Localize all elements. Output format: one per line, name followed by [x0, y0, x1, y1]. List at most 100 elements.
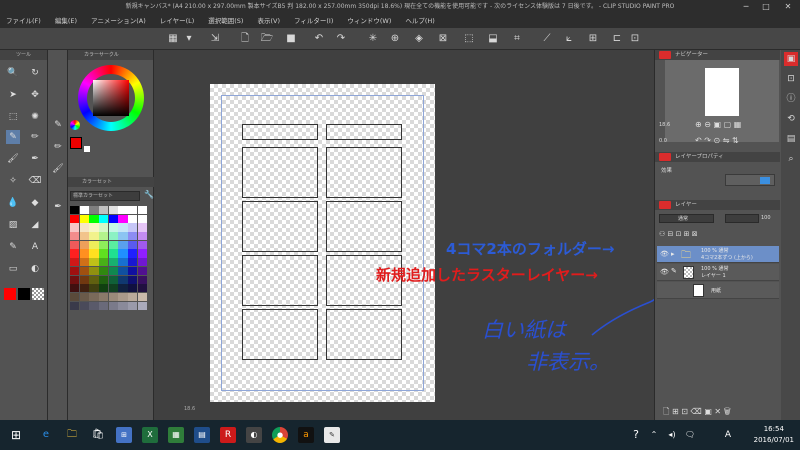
menu-animation[interactable]: アニメーション(A) [91, 14, 146, 28]
color-swatch[interactable] [108, 249, 118, 258]
windows-start-icon[interactable]: ⊞ [8, 427, 24, 443]
zoom-tool-icon[interactable]: 🔍 [6, 66, 20, 80]
color-swatch[interactable] [70, 206, 80, 215]
color-swatch[interactable] [79, 301, 89, 310]
color-swatch[interactable] [118, 292, 128, 302]
opacity-slider[interactable] [725, 214, 759, 223]
menu-edit[interactable]: 編集(E) [55, 14, 77, 28]
color-swatch[interactable] [70, 240, 80, 249]
color-swatch[interactable] [118, 284, 128, 293]
dropdown-icon[interactable]: ▾ [182, 32, 196, 46]
redo-icon[interactable]: ↷ [334, 32, 348, 46]
color-swatch[interactable] [89, 275, 99, 284]
volume-icon[interactable]: ◂) [664, 427, 680, 443]
clear-icon[interactable]: ✳ [366, 32, 380, 46]
color-swatch[interactable] [89, 249, 99, 258]
figure-tool-icon[interactable]: ◢ [28, 218, 42, 232]
network-icon[interactable]: ⌃ [646, 427, 662, 443]
color-swatch[interactable] [128, 301, 138, 310]
color-swatch[interactable] [128, 240, 138, 249]
main-color-chip[interactable] [70, 137, 82, 149]
undo-icon[interactable]: ↶ [312, 32, 326, 46]
color-swatch[interactable] [70, 249, 80, 258]
color-circle-mode-icon[interactable] [70, 120, 80, 130]
material-panel-button[interactable]: ▤ [784, 132, 798, 146]
color-swatch[interactable] [128, 249, 138, 258]
color-swatch[interactable] [79, 232, 89, 241]
navigator-panel-button[interactable]: ▣ [784, 52, 798, 66]
zoom-in-icon[interactable]: ⊕ ⊖ ▣ ▢ ▦ [695, 120, 741, 129]
color-swatch[interactable] [128, 232, 138, 241]
color-swatch[interactable] [137, 284, 147, 293]
pen-tool-icon[interactable]: ✎ [6, 130, 20, 144]
color-swatch[interactable] [137, 214, 147, 223]
auto-select-icon[interactable]: ✺ [28, 110, 42, 124]
color-swatch[interactable] [108, 258, 118, 267]
color-swatch[interactable] [128, 284, 138, 293]
correction-tool-icon[interactable]: ◐ [28, 262, 42, 276]
effect-buttons[interactable] [725, 174, 775, 186]
color-swatch[interactable] [79, 240, 89, 249]
grid-layout-icon[interactable]: ▦ [166, 32, 180, 46]
navigator-rotation-value[interactable]: 0.0 [659, 138, 667, 144]
color-swatch[interactable] [89, 292, 99, 302]
color-swatch[interactable] [89, 266, 99, 275]
color-swatch[interactable] [89, 258, 99, 267]
color-swatch[interactable] [99, 223, 109, 232]
color-swatch[interactable] [70, 258, 80, 267]
excel-icon[interactable]: X [142, 427, 158, 443]
color-swatch[interactable] [70, 232, 80, 241]
sub-tool-icon[interactable]: ✎ [51, 118, 65, 132]
menu-layer[interactable]: レイヤー(L) [160, 14, 195, 28]
color-swatch[interactable] [79, 275, 89, 284]
color-swatch[interactable] [89, 301, 99, 310]
color-swatch[interactable] [89, 284, 99, 293]
color-swatch[interactable] [128, 206, 138, 215]
color-swatch[interactable] [137, 292, 147, 302]
color-swatch[interactable] [99, 275, 109, 284]
color-swatch[interactable] [70, 284, 80, 293]
system-clock[interactable]: 16:54 2016/07/01 [754, 424, 794, 446]
layer-bottom-icons[interactable]: 🗋 ⊞ ⊡ ⌫ ▣ ✕ 🗑 [663, 406, 731, 420]
selection-tool-icon[interactable]: ⬚ [6, 110, 20, 124]
amazon-icon[interactable]: a [298, 427, 314, 443]
frame-tool-icon[interactable]: ✎ [6, 240, 20, 254]
menu-selection[interactable]: 選択範囲(S) [208, 14, 243, 28]
snap-grid-icon[interactable]: ⊞ [586, 32, 600, 46]
perspective-icon[interactable]: ⊡ [628, 32, 642, 46]
brush-tool-icon[interactable]: 🖌 [6, 152, 20, 166]
color-swatch[interactable] [118, 301, 128, 310]
color-swatch[interactable] [118, 275, 128, 284]
sub-tool-icon-3[interactable]: 🖌 [51, 162, 65, 176]
color-swatch[interactable] [118, 258, 128, 267]
color-swatch[interactable] [99, 292, 109, 302]
color-swatch[interactable] [70, 266, 80, 275]
fill-icon[interactable]: ◈ [412, 32, 426, 46]
color-swatch[interactable] [108, 301, 118, 310]
color-swatch[interactable] [79, 249, 89, 258]
gradient-tool-icon[interactable]: ▨ [6, 218, 20, 232]
navigator-zoom-value[interactable]: 18.6 [659, 122, 670, 128]
minimize-button[interactable]: ─ [736, 0, 756, 14]
color-swatch[interactable] [137, 232, 147, 241]
menu-window[interactable]: ウィンドウ(W) [347, 14, 391, 28]
pencil-tool-icon[interactable]: ✏ [28, 130, 42, 144]
color-swatch[interactable] [99, 206, 109, 215]
color-swatch[interactable] [108, 266, 118, 275]
color-swatch[interactable] [79, 223, 89, 232]
color-swatch[interactable] [99, 240, 109, 249]
blend-tool-icon[interactable]: 💧 [6, 196, 20, 210]
color-swatch[interactable] [79, 258, 89, 267]
menu-view[interactable]: 表示(V) [257, 14, 280, 28]
save-icon[interactable]: ■ [284, 32, 298, 46]
color-swatch[interactable] [108, 223, 118, 232]
color-swatch[interactable] [137, 258, 147, 267]
new-file-icon[interactable]: 🗋 [238, 32, 252, 46]
calculator-icon[interactable]: ⊞ [116, 427, 132, 443]
color-swatch[interactable] [79, 292, 89, 302]
store-icon[interactable]: 🛍 [90, 427, 106, 443]
color-set-select[interactable]: 標準カラーセット [70, 191, 140, 201]
color-swatch[interactable] [128, 223, 138, 232]
blend-mode-select[interactable]: 通常 [659, 214, 714, 223]
history-panel-button[interactable]: ⟲ [784, 112, 798, 126]
